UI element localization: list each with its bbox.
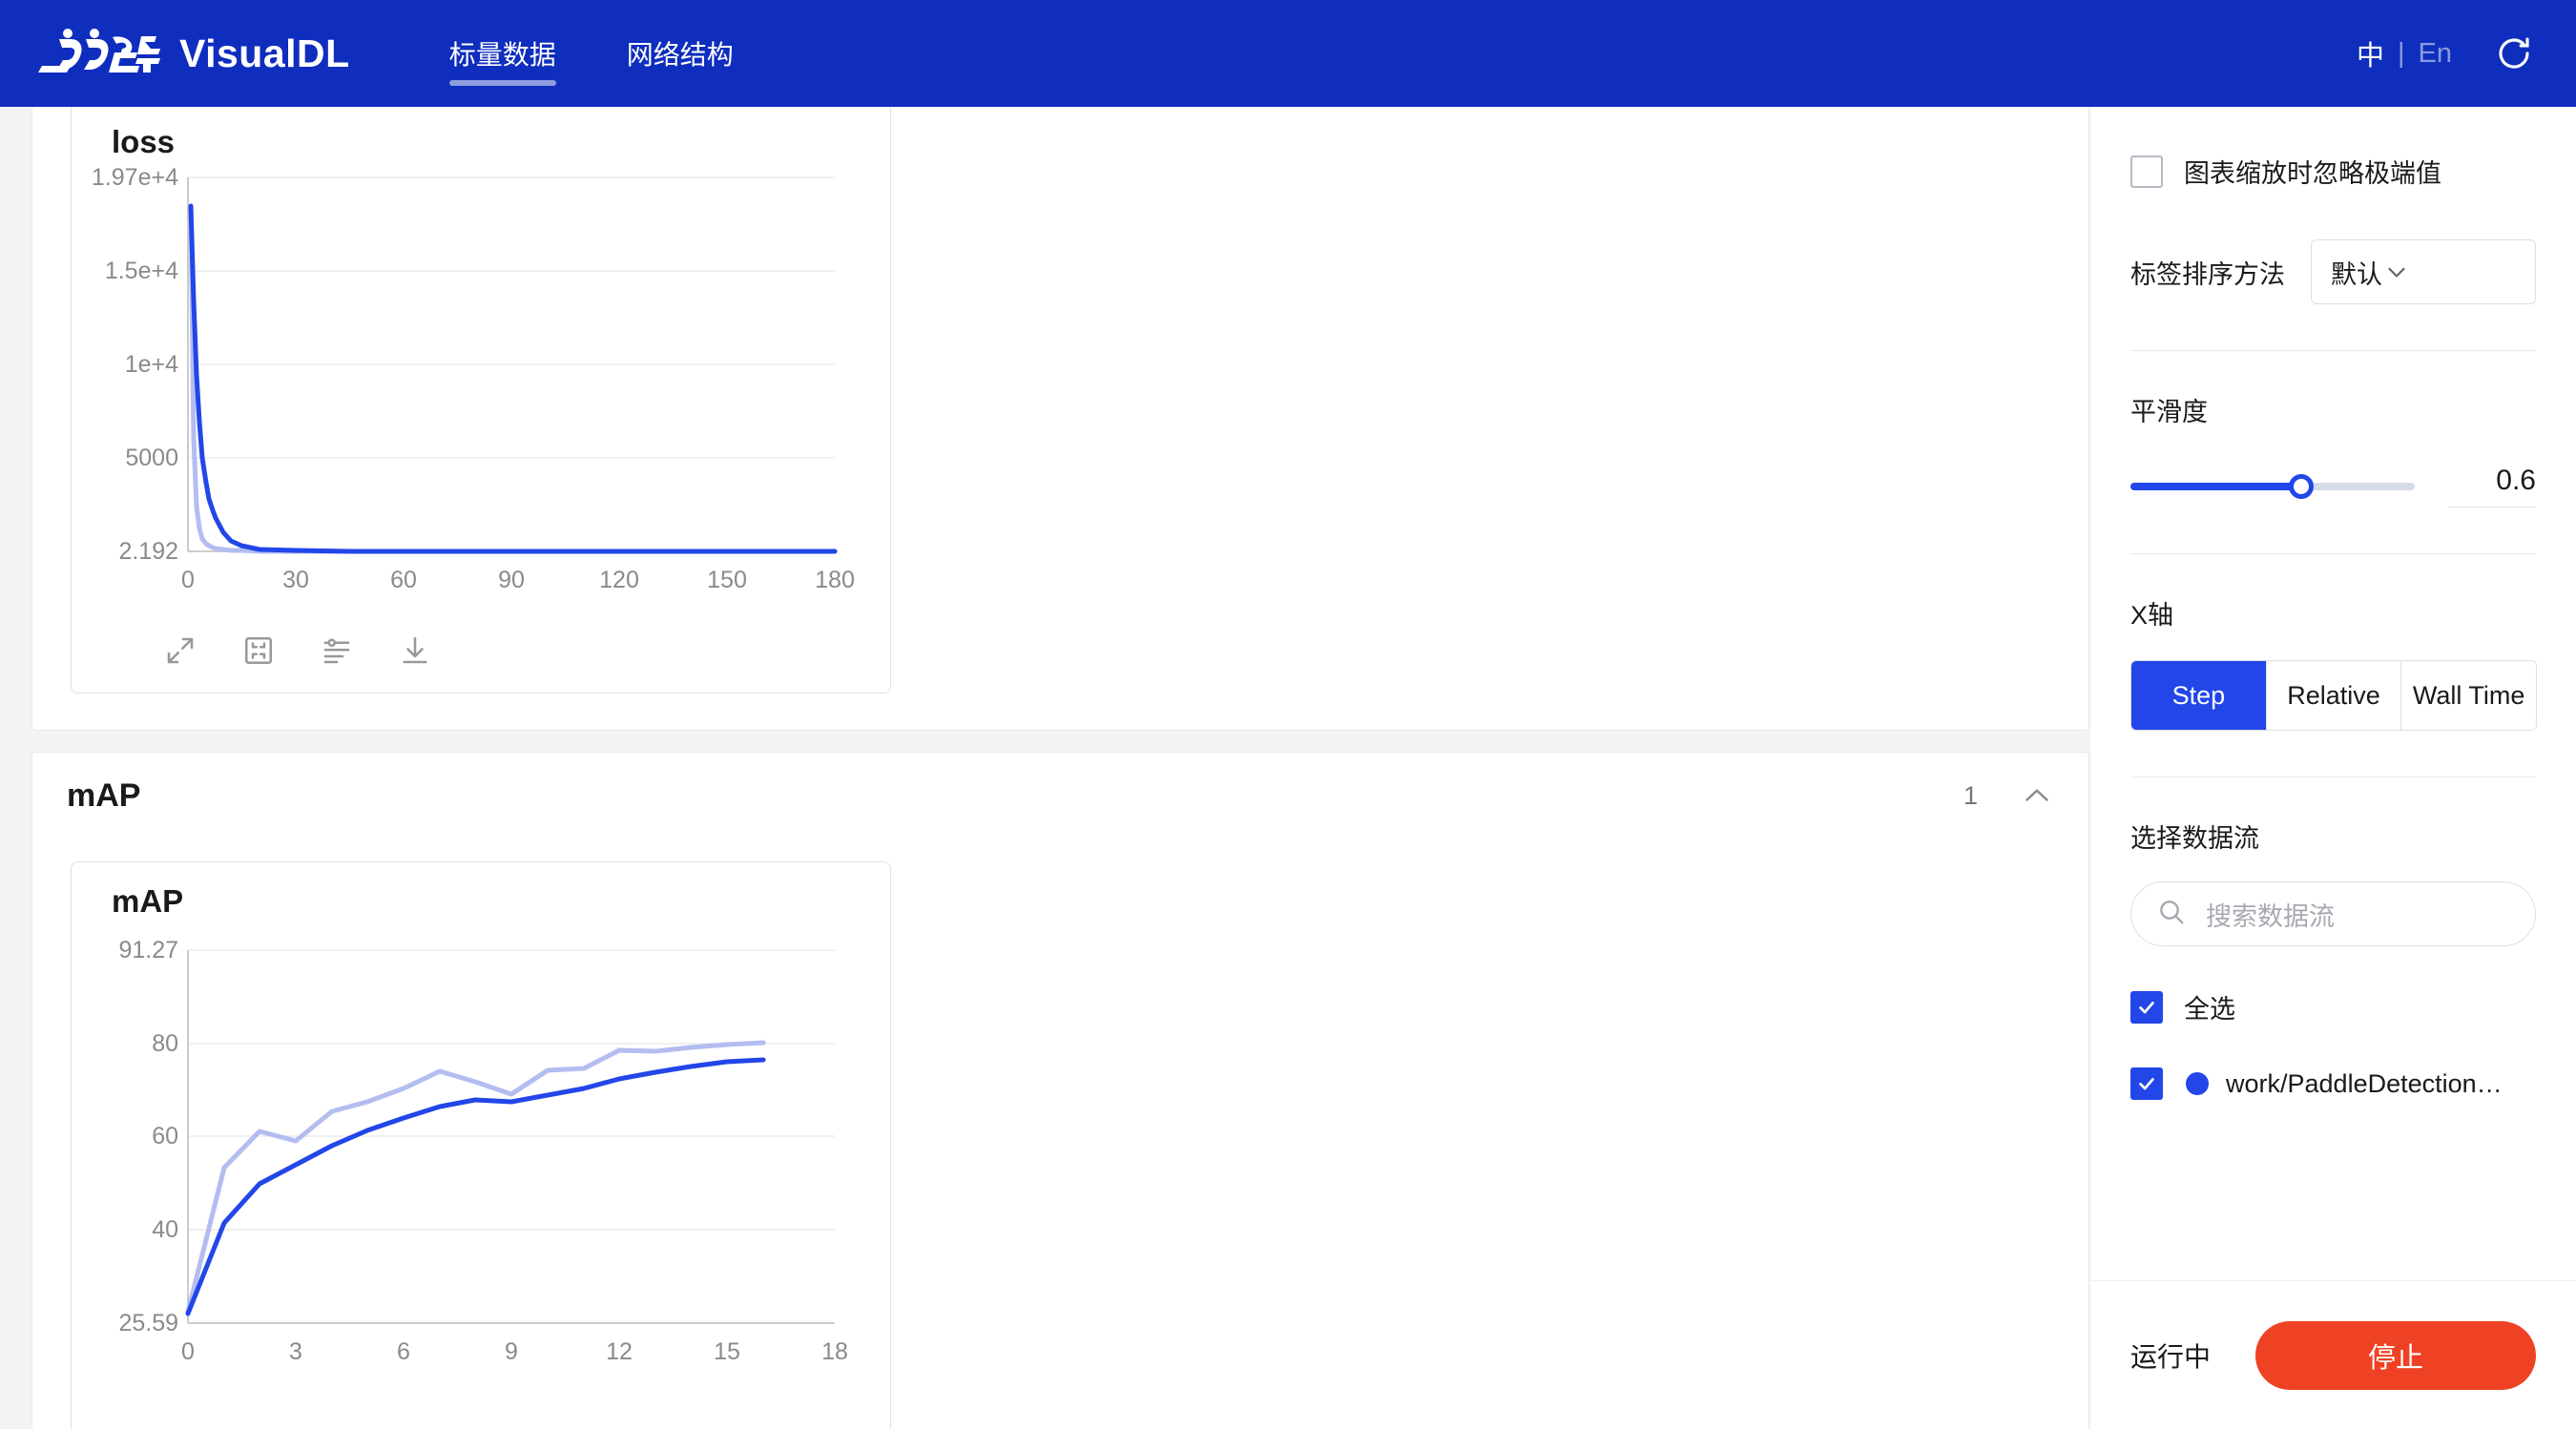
svg-text:9: 9 xyxy=(505,1338,518,1365)
smoothing-slider[interactable] xyxy=(2130,473,2415,499)
nav-tab-scalar-label: 标量数据 xyxy=(448,40,556,70)
smoothing-value[interactable]: 0.6 xyxy=(2448,465,2536,507)
nav-tab-graph-label: 网络结构 xyxy=(626,40,734,70)
svg-text:1e+4: 1e+4 xyxy=(125,351,178,378)
main-nav: 标量数据 网络结构 xyxy=(448,0,804,107)
svg-text:25.59: 25.59 xyxy=(118,1310,178,1336)
expand-icon[interactable] xyxy=(163,633,197,668)
section-title-map: mAP xyxy=(67,777,141,814)
chart-plot-map[interactable]: 91.27 80 60 40 25.59 0 3 6 9 12 15 18 xyxy=(72,862,892,1429)
tag-sort-label: 标签排序方法 xyxy=(2130,259,2285,289)
select-all-label: 全选 xyxy=(2184,995,2235,1024)
svg-text:91.27: 91.27 xyxy=(118,937,178,963)
svg-text:30: 30 xyxy=(282,567,309,593)
svg-text:18: 18 xyxy=(821,1338,848,1365)
search-icon xyxy=(2156,897,2187,932)
paddlepaddle-logo-icon xyxy=(38,28,162,79)
ignore-outliers-label: 图表缩放时忽略极端值 xyxy=(2184,159,2441,188)
download-icon[interactable] xyxy=(398,633,432,668)
app-title: VisualDL xyxy=(179,31,350,75)
check-icon xyxy=(2139,1001,2154,1013)
svg-text:3: 3 xyxy=(289,1338,302,1365)
xaxis-option-relative[interactable]: Relative xyxy=(2266,661,2402,730)
select-all-checkbox[interactable] xyxy=(2130,990,2163,1024)
xaxis-segmented-control: Step Relative Wall Time xyxy=(2130,660,2537,731)
chart-plot-loss[interactable]: 1.97e+4 1.5e+4 1e+4 5000 2.192 0 30 60 9… xyxy=(72,107,892,637)
xaxis-option-step[interactable]: Step xyxy=(2131,661,2267,730)
brand: VisualDL xyxy=(38,28,350,79)
smoothing-row: 0.6 xyxy=(2130,465,2536,507)
xaxis-label: X轴 xyxy=(2130,601,2174,630)
svg-text:120: 120 xyxy=(599,567,639,593)
section-panel-loss: loss 1.97e+4 1.5e+4 1e+4 5000 2.192 0 30 xyxy=(31,107,2089,731)
stream-color-dot xyxy=(2186,1072,2209,1095)
refresh-icon[interactable] xyxy=(2494,33,2534,73)
xaxis-option-wall-time[interactable]: Wall Time xyxy=(2401,661,2536,730)
language-cn[interactable]: 中 xyxy=(2357,33,2384,73)
tag-sort-value: 默认 xyxy=(2331,259,2382,289)
header-actions: 中 | En xyxy=(2357,33,2534,73)
svg-text:80: 80 xyxy=(152,1030,178,1057)
svg-text:0: 0 xyxy=(181,1338,195,1365)
nav-tab-graph[interactable]: 网络结构 xyxy=(627,0,734,107)
svg-text:60: 60 xyxy=(390,567,417,593)
svg-text:1.5e+4: 1.5e+4 xyxy=(105,258,178,284)
stream-label: work/PaddleDetection/vdl… xyxy=(2226,1068,2503,1098)
stream-checkbox[interactable] xyxy=(2130,1067,2163,1100)
svg-text:0: 0 xyxy=(181,567,195,593)
tag-sort-row: 标签排序方法 默认 xyxy=(2130,239,2536,304)
svg-text:1.97e+4: 1.97e+4 xyxy=(92,164,178,191)
series-raw-loss xyxy=(188,203,838,554)
svg-text:6: 6 xyxy=(397,1338,410,1365)
stream-section-label: 选择数据流 xyxy=(2130,824,2259,853)
section-panel-map: mAP 1 mAP 91.27 80 60 40 25.59 0 3 6 9 1… xyxy=(31,752,2089,1429)
run-status-text: 运行中 xyxy=(2130,1341,2212,1372)
divider-2 xyxy=(2130,553,2536,554)
language-switcher[interactable]: 中 | En xyxy=(2357,33,2452,73)
ignore-outliers-row[interactable]: 图表缩放时忽略极端值 xyxy=(2130,153,2536,190)
check-icon xyxy=(2139,1078,2154,1090)
main-content: loss 1.97e+4 1.5e+4 1e+4 5000 2.192 0 30 xyxy=(0,107,2089,1429)
settings-panel-body: 图表缩放时忽略极端值 标签排序方法 默认 平滑度 0.6 X轴 Step Rel… xyxy=(2090,107,2576,1280)
language-separator: | xyxy=(2397,37,2405,69)
smoothing-value-wrap: 0.6 xyxy=(2448,465,2536,507)
smoothing-label: 平滑度 xyxy=(2130,398,2208,426)
stream-search-box[interactable]: 搜索数据流 xyxy=(2130,881,2536,946)
ignore-outliers-checkbox[interactable] xyxy=(2130,155,2163,188)
smoothing-slider-fill xyxy=(2130,482,2301,490)
divider-1 xyxy=(2130,350,2536,351)
chart-toolbar-loss xyxy=(163,633,432,668)
svg-text:2.192: 2.192 xyxy=(118,538,178,565)
svg-text:180: 180 xyxy=(815,567,855,593)
svg-text:15: 15 xyxy=(714,1338,740,1365)
series-smoothed-loss xyxy=(188,203,838,554)
svg-text:5000: 5000 xyxy=(125,445,178,471)
section-header-map[interactable]: mAP 1 xyxy=(32,753,2088,839)
chart-card-loss[interactable]: loss 1.97e+4 1.5e+4 1e+4 5000 2.192 0 30 xyxy=(71,107,891,694)
tag-sort-select[interactable]: 默认 xyxy=(2311,239,2536,304)
svg-text:40: 40 xyxy=(152,1216,178,1243)
stream-item[interactable]: work/PaddleDetection/vdl… xyxy=(2130,1067,2536,1100)
svg-text:90: 90 xyxy=(498,567,525,593)
svg-text:150: 150 xyxy=(707,567,747,593)
smoothing-slider-knob[interactable] xyxy=(2288,473,2314,499)
nav-tab-scalar[interactable]: 标量数据 xyxy=(448,0,556,107)
svg-text:12: 12 xyxy=(606,1338,633,1365)
restore-icon[interactable] xyxy=(241,633,276,668)
run-status-bar: 运行中 停止 xyxy=(2090,1280,2576,1429)
section-count-map: 1 xyxy=(1963,780,1978,810)
section-header-actions: 1 xyxy=(1963,778,2054,813)
chevron-up-icon[interactable] xyxy=(2020,778,2054,813)
settings-panel: 图表缩放时忽略极端值 标签排序方法 默认 平滑度 0.6 X轴 Step Rel… xyxy=(2089,107,2576,1429)
app-header: VisualDL 标量数据 网络结构 中 | En xyxy=(0,0,2576,107)
select-all-row[interactable]: 全选 xyxy=(2130,988,2536,1025)
lines-icon[interactable] xyxy=(320,633,354,668)
series-smoothed-map xyxy=(185,1057,766,1316)
svg-text:60: 60 xyxy=(152,1123,178,1149)
stop-button[interactable]: 停止 xyxy=(2255,1320,2536,1390)
chevron-down-icon xyxy=(2382,258,2411,286)
chart-card-map[interactable]: mAP 91.27 80 60 40 25.59 0 3 6 9 12 15 1… xyxy=(71,861,891,1429)
stream-search-placeholder: 搜索数据流 xyxy=(2206,901,2335,931)
language-en[interactable]: En xyxy=(2419,38,2452,70)
